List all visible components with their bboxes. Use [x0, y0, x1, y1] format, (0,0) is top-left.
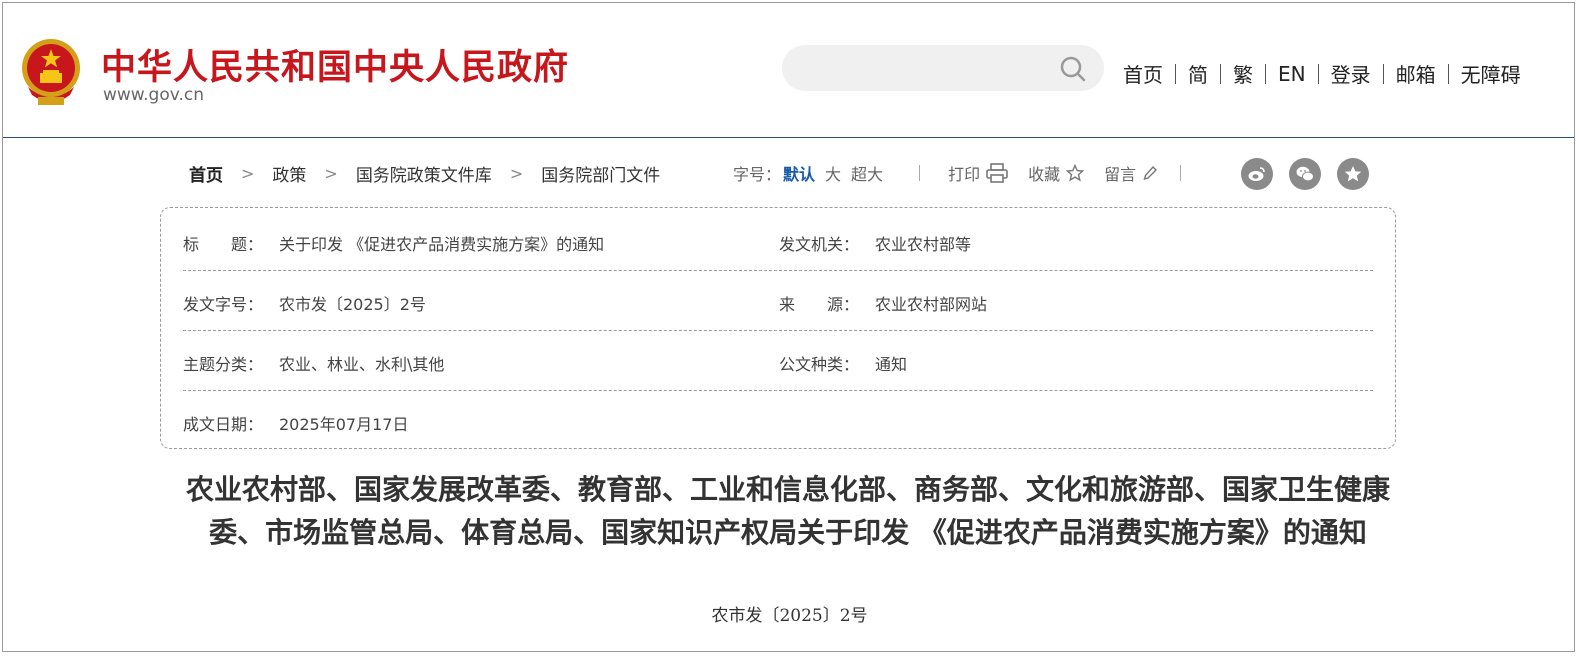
page-tools: 字号： 默认 大 超大 打印 收藏 留言	[733, 161, 1182, 185]
breadcrumb-department-docs[interactable]: 国务院部门文件	[541, 161, 660, 186]
info-doc-type-label: 公文种类：	[779, 355, 860, 374]
nav-divider	[1265, 63, 1266, 84]
print-label: 打印	[948, 165, 981, 184]
nav-accessibility[interactable]: 无障碍	[1461, 59, 1521, 88]
info-row: 成文日期： 2025年07月17日	[183, 390, 1373, 450]
document-number: 农市发〔2025〕2号	[711, 606, 868, 626]
info-title-label: 标 题：	[183, 235, 264, 254]
site-title[interactable]: 中华人民共和国中央人民政府	[101, 39, 569, 90]
info-title-value: 关于印发 《促进农产品消费实施方案》的通知	[279, 235, 605, 254]
site-url[interactable]: www.gov.cn	[103, 85, 204, 105]
search-input[interactable]	[800, 53, 1054, 85]
info-row: 主题分类： 农业、林业、水利\其他 公文种类： 通知	[183, 330, 1373, 391]
font-size-xlarge[interactable]: 超大	[851, 161, 883, 185]
favorite-label: 收藏	[1028, 165, 1061, 184]
info-doc-number: 发文字号： 农市发〔2025〕2号	[183, 291, 426, 315]
printer-icon	[986, 163, 1008, 183]
info-category: 主题分类： 农业、林业、水利\其他	[183, 351, 444, 375]
document-title: 农业农村部、国家发展改革委、教育部、工业和信息化部、商务部、文化和旅游部、国家卫…	[185, 473, 1390, 549]
info-source-label: 来 源：	[779, 295, 860, 314]
info-issuer-value: 农业农村部等	[875, 235, 972, 254]
search-box[interactable]	[782, 45, 1104, 91]
document-info-table: 标 题： 关于印发 《促进农产品消费实施方案》的通知 发文机关： 农业农村部等 发文…	[160, 207, 1396, 449]
nav-divider	[1220, 63, 1221, 84]
info-doc-type-value: 通知	[875, 355, 908, 374]
favorite-star-icon	[1344, 166, 1362, 182]
info-title: 标 题： 关于印发 《促进农产品消费实施方案》的通知	[183, 231, 604, 255]
nav-traditional[interactable]: 繁	[1233, 59, 1253, 88]
info-doc-number-label: 发文字号：	[183, 295, 264, 314]
share-weibo-button[interactable]	[1241, 158, 1273, 190]
info-source-value: 农业农村部网站	[875, 295, 988, 314]
info-issuer: 发文机关： 农业农村部等	[779, 231, 971, 255]
info-source: 来 源： 农业农村部网站	[779, 291, 987, 315]
nav-english[interactable]: EN	[1278, 62, 1306, 86]
info-date: 成文日期： 2025年07月17日	[183, 411, 408, 435]
wechat-icon	[1296, 166, 1314, 182]
page-frame: 中华人民共和国中央人民政府 www.gov.cn 首页 简 繁 EN 登录 邮箱…	[2, 2, 1575, 652]
tools-divider	[919, 165, 921, 181]
weibo-icon	[1248, 167, 1265, 181]
info-date-value: 2025年07月17日	[279, 415, 409, 434]
font-size-default[interactable]: 默认	[783, 161, 815, 185]
chevron-right-icon: >	[509, 164, 524, 183]
chevron-right-icon: >	[241, 164, 255, 183]
nav-divider	[1175, 63, 1176, 84]
nav-divider	[1382, 63, 1384, 84]
print-button[interactable]: 打印	[948, 161, 1008, 185]
breadcrumb-policy-library[interactable]: 国务院政策文件库	[356, 161, 492, 186]
nav-home[interactable]: 首页	[1123, 59, 1163, 88]
nav-login[interactable]: 登录	[1331, 59, 1371, 88]
info-date-label: 成文日期：	[183, 415, 264, 434]
search-icon[interactable]	[1059, 55, 1087, 83]
info-row: 标 题： 关于印发 《促进农产品消费实施方案》的通知 发文机关： 农业农村部等	[183, 210, 1373, 271]
site-header: 中华人民共和国中央人民政府 www.gov.cn 首页 简 繁 EN 登录 邮箱…	[3, 3, 1574, 138]
comment-button[interactable]: 留言	[1104, 161, 1158, 185]
pencil-icon	[1143, 165, 1158, 181]
font-size-label: 字号：	[733, 165, 782, 184]
info-category-value: 农业、林业、水利\其他	[279, 355, 445, 374]
national-emblem-icon[interactable]	[20, 37, 82, 107]
info-row: 发文字号： 农市发〔2025〕2号 来 源： 农业农村部网站	[183, 270, 1373, 331]
info-issuer-label: 发文机关：	[779, 235, 860, 254]
comment-label: 留言	[1104, 165, 1137, 184]
chevron-right-icon: >	[324, 164, 338, 183]
info-doc-number-value: 农市发〔2025〕2号	[279, 295, 426, 314]
info-doc-type: 公文种类： 通知	[779, 351, 907, 375]
share-favorite-button[interactable]	[1337, 158, 1369, 190]
nav-simplified[interactable]: 简	[1188, 59, 1208, 88]
nav-mailbox[interactable]: 邮箱	[1396, 59, 1436, 88]
info-category-label: 主题分类：	[183, 355, 264, 374]
breadcrumb: 首页 > 政策 > 国务院政策文件库 > 国务院部门文件	[189, 161, 660, 186]
top-nav: 首页 简 繁 EN 登录 邮箱 无障碍	[1123, 59, 1521, 88]
breadcrumb-home[interactable]: 首页	[189, 161, 223, 186]
breadcrumb-policy[interactable]: 政策	[272, 161, 306, 186]
font-size-large[interactable]: 大	[825, 161, 841, 185]
favorite-button[interactable]: 收藏	[1028, 161, 1085, 185]
star-icon	[1066, 164, 1085, 182]
nav-divider	[1317, 63, 1319, 84]
share-wechat-button[interactable]	[1289, 158, 1321, 190]
nav-divider	[1447, 63, 1449, 84]
tools-divider	[1180, 165, 1182, 181]
